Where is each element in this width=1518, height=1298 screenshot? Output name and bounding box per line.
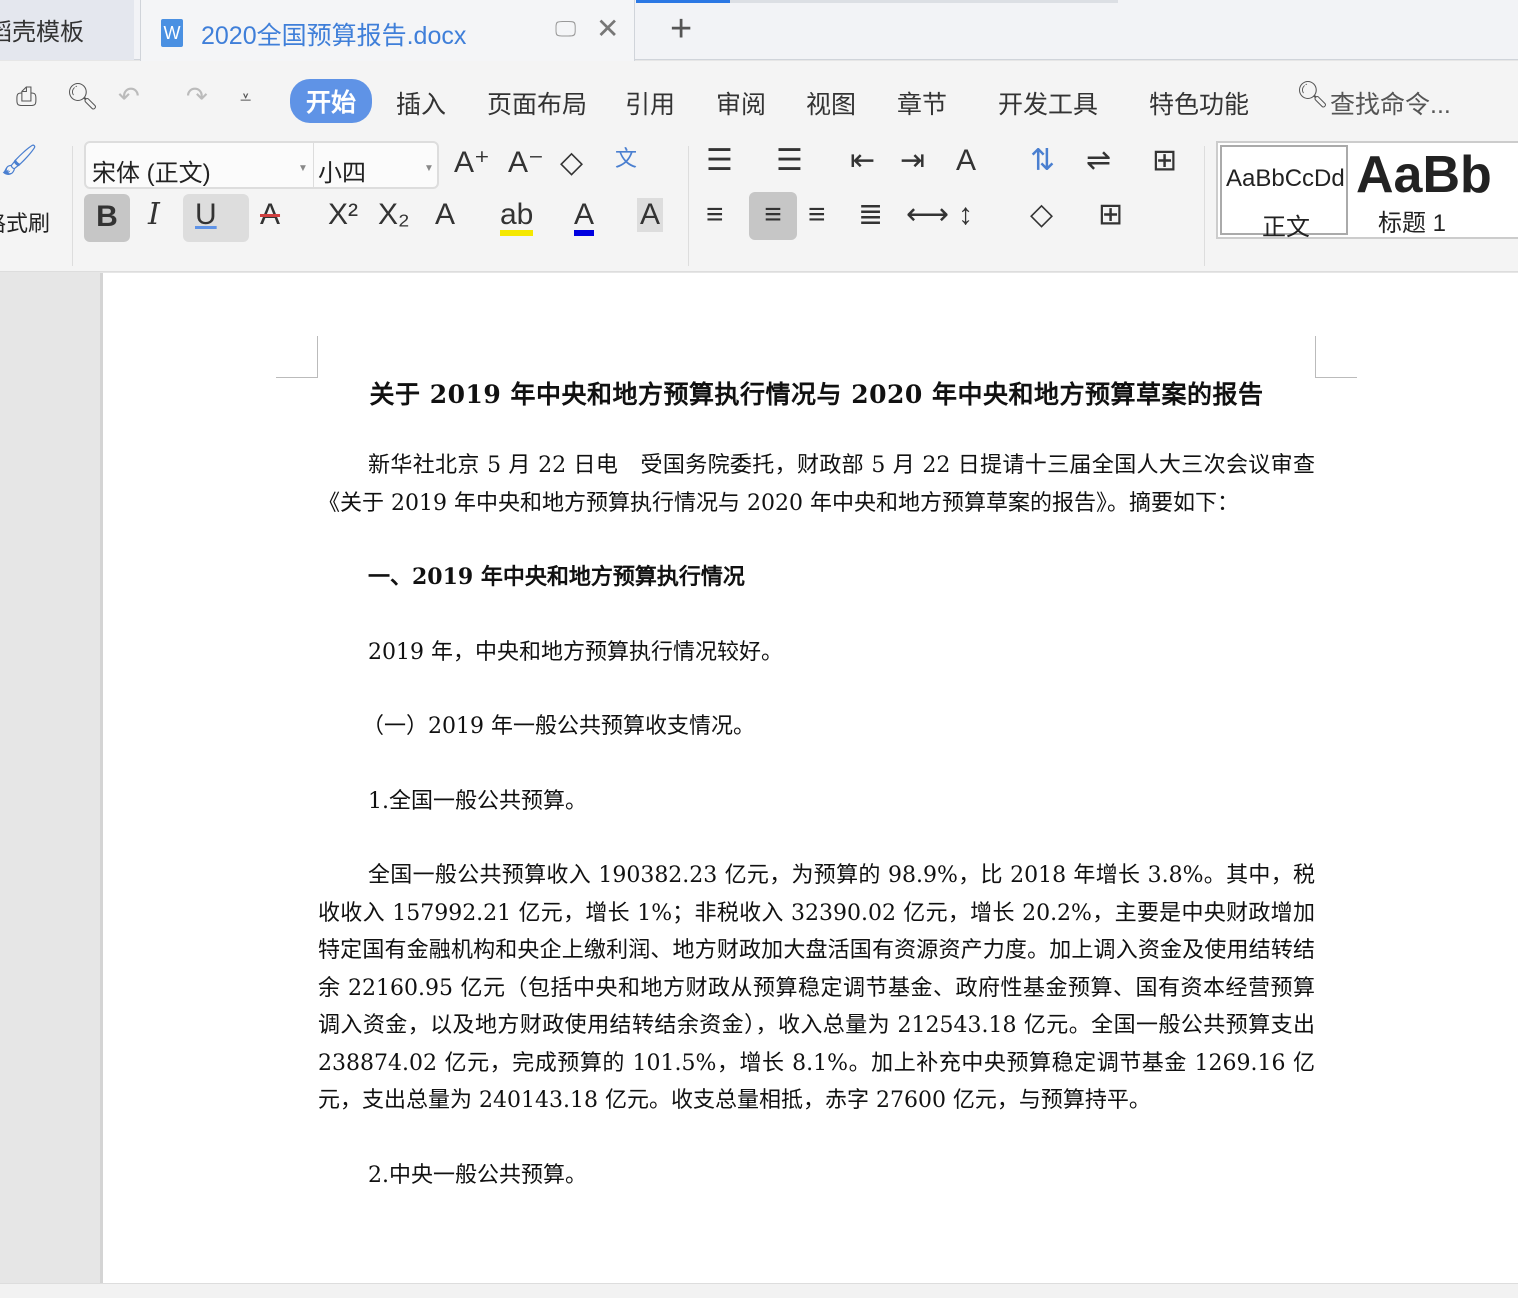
- borders-icon[interactable]: ⊞: [1098, 200, 1123, 230]
- margin-corner-mark: [1315, 336, 1357, 378]
- italic-button[interactable]: I: [148, 200, 160, 230]
- ribbon-home: 🖌 格式刷 宋体 (正文) ▼ 小四 ▼ A⁺ A⁻ ◇ 文 B I U A X…: [0, 136, 1518, 272]
- margin-corner-mark: [276, 336, 318, 378]
- menu-section[interactable]: 章节: [897, 85, 947, 121]
- font-name-select[interactable]: 宋体 (正文): [92, 153, 211, 188]
- style-preview: AaBbCcDd: [1226, 165, 1345, 192]
- menu-insert[interactable]: 插入: [396, 85, 446, 121]
- char-spacing-icon[interactable]: A: [956, 146, 976, 176]
- bold-button[interactable]: B: [84, 194, 130, 242]
- menu-page-layout[interactable]: 页面布局: [487, 85, 587, 121]
- sort-icon[interactable]: ⇅: [1030, 146, 1055, 176]
- style-label: 标题 1: [1378, 210, 1447, 237]
- increase-indent-icon[interactable]: ⇥: [900, 146, 925, 176]
- format-painter-label[interactable]: 格式刷: [0, 206, 50, 238]
- menu-home[interactable]: 开始: [290, 79, 373, 123]
- tab-templates[interactable]: 稻壳模板: [0, 0, 134, 60]
- undo-icon[interactable]: ↶: [118, 81, 140, 112]
- style-normal[interactable]: AaBbCcDd 正文: [1220, 145, 1348, 241]
- paragraph: 全国一般公共预算收入 190382.23 亿元，为预算的 98.9%，比 201…: [318, 863, 1315, 1113]
- section-heading: 一、2019 年中央和地方预算执行情况: [368, 564, 745, 590]
- menu-developer[interactable]: 开发工具: [998, 85, 1098, 121]
- print-preview-icon[interactable]: 🔍︎: [66, 81, 99, 112]
- search-icon: 🔍︎: [1296, 79, 1330, 109]
- divider: [313, 143, 314, 187]
- paragraph: （一）2019 年一般公共预算收支情况。: [362, 714, 755, 739]
- strikethrough-button[interactable]: A: [260, 200, 280, 230]
- close-tab-icon[interactable]: ✕: [596, 12, 619, 45]
- paragraph: 2019 年，中央和地方预算执行情况较好。: [368, 639, 783, 665]
- document-title: 关于 2019 年中央和地方预算执行情况与 2020 年中央和地方预算草案的报告: [369, 380, 1264, 409]
- divider: [1204, 146, 1205, 266]
- align-left-icon[interactable]: ≡: [706, 200, 724, 230]
- paragraph: 新华社北京 5 月 22 日电 受国务院委托，财政部 5 月 22 日提请十三届…: [318, 453, 1315, 516]
- writer-doc-icon: W: [161, 19, 183, 47]
- font-size-select[interactable]: 小四: [318, 153, 366, 188]
- tab-label: 稻壳模板: [0, 19, 84, 46]
- document-margin-area: [0, 273, 103, 1283]
- menu-references[interactable]: 引用: [625, 85, 675, 121]
- underline-button[interactable]: U: [183, 194, 249, 242]
- chevron-down-icon[interactable]: ▼: [424, 163, 434, 174]
- align-center-icon[interactable]: ≡: [749, 192, 797, 240]
- text-direction-icon[interactable]: ⇌: [1086, 146, 1111, 176]
- text-effect-button[interactable]: A: [435, 200, 455, 230]
- tab-indicator: [636, 0, 730, 3]
- redo-icon[interactable]: ↷: [186, 81, 208, 112]
- style-preview: AaBb: [1356, 146, 1492, 204]
- phonetic-guide-icon[interactable]: 文: [615, 148, 637, 170]
- font-color-button[interactable]: A: [574, 200, 595, 236]
- distributed-align-icon[interactable]: ⟷: [906, 200, 949, 230]
- bullet-list-icon[interactable]: ☰: [706, 146, 733, 176]
- chevron-down-icon[interactable]: ▼: [298, 163, 308, 174]
- divider: [688, 146, 689, 266]
- style-label: 正文: [1262, 214, 1310, 241]
- tab-label: 2020全国预算报告.docx: [201, 22, 467, 50]
- tab-bar: 稻壳模板 W 2020全国预算报告.docx 🖵 ✕ +: [0, 0, 1518, 61]
- style-gallery: AaBbCcDd 正文 AaBb 标题 1: [1216, 141, 1518, 241]
- line-spacing-icon[interactable]: ↕: [958, 200, 973, 230]
- tab-indicator-track: [730, 0, 1118, 3]
- justify-icon[interactable]: ≣: [858, 200, 883, 230]
- tab-document[interactable]: W 2020全国预算报告.docx 🖵 ✕: [140, 0, 635, 61]
- superscript-button[interactable]: X²: [328, 200, 358, 230]
- paragraph: 2.中央一般公共预算。: [368, 1162, 587, 1188]
- customize-dropdown-icon[interactable]: ⩡: [240, 87, 251, 110]
- clear-format-icon[interactable]: ◇: [560, 148, 583, 178]
- subscript-button[interactable]: X₂: [378, 200, 410, 230]
- shrink-font-icon[interactable]: A⁻: [508, 148, 544, 178]
- shading-icon[interactable]: ◇: [1030, 200, 1053, 230]
- align-right-icon[interactable]: ≡: [808, 200, 826, 230]
- table-icon[interactable]: ⊞: [1152, 146, 1177, 176]
- new-tab-button[interactable]: +: [670, 8, 692, 51]
- divider: [72, 146, 73, 266]
- highlight-button[interactable]: ab: [500, 200, 534, 236]
- menu-review[interactable]: 审阅: [716, 85, 766, 121]
- menu-view[interactable]: 视图: [806, 85, 856, 121]
- command-search[interactable]: 查找命令...: [1330, 85, 1451, 121]
- format-painter-icon[interactable]: 🖌: [0, 146, 38, 176]
- font-selector: 宋体 (正文) ▼ 小四 ▼: [84, 141, 439, 189]
- document-body[interactable]: 关于 2019 年中央和地方预算执行情况与 2020 年中央和地方预算草案的报告…: [318, 375, 1315, 1231]
- window-icon[interactable]: 🖵: [555, 16, 576, 42]
- menu-features[interactable]: 特色功能: [1149, 85, 1249, 121]
- menu-bar: ⎙ 🔍︎ ↶ ↷ ⩡ 开始 插入 页面布局 引用 审阅 视图 章节 开发工具 特…: [0, 61, 1518, 136]
- status-bar: [0, 1283, 1518, 1298]
- print-icon[interactable]: ⎙: [16, 81, 37, 113]
- grow-font-icon[interactable]: A⁺: [454, 148, 490, 178]
- numbered-list-icon[interactable]: ☰: [776, 146, 803, 176]
- paragraph: 1.全国一般公共预算。: [368, 788, 587, 814]
- decrease-indent-icon[interactable]: ⇤: [850, 146, 875, 176]
- character-shading-button[interactable]: A: [637, 198, 664, 232]
